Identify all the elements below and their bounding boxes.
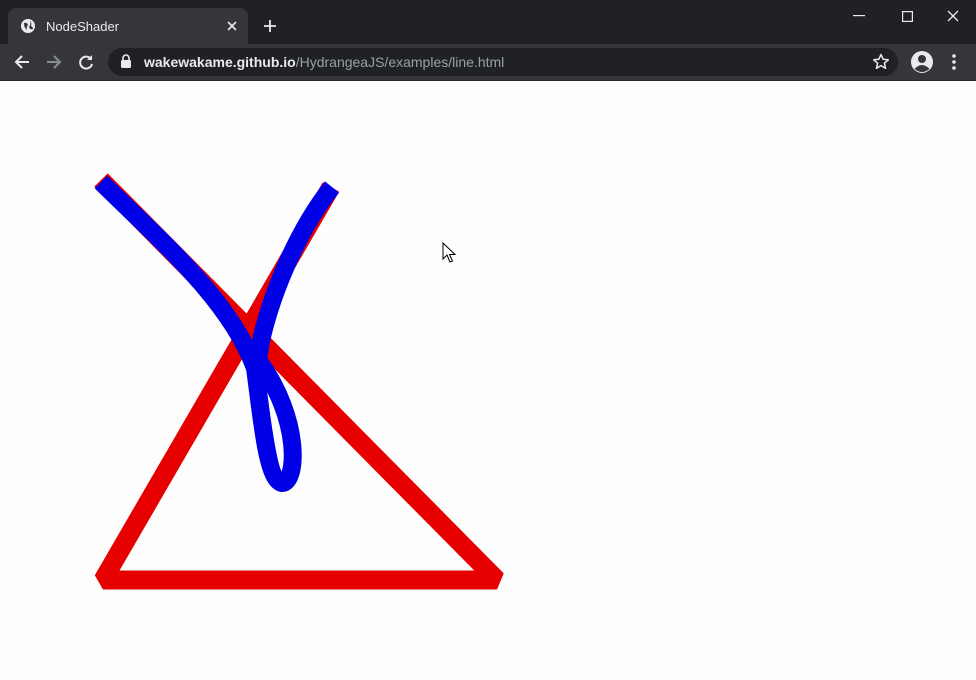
minimize-icon[interactable] bbox=[836, 0, 882, 32]
lock-icon bbox=[120, 54, 134, 70]
kebab-menu-icon[interactable] bbox=[944, 50, 964, 74]
url-host: wakewakame.github.io bbox=[144, 54, 296, 70]
globe-icon bbox=[20, 18, 36, 34]
address-bar[interactable]: wakewakame.github.io/HydrangeaJS/example… bbox=[108, 48, 898, 76]
maximize-icon[interactable] bbox=[884, 0, 930, 32]
window-close-icon[interactable] bbox=[930, 0, 976, 32]
url-text: wakewakame.github.io/HydrangeaJS/example… bbox=[144, 54, 504, 70]
reload-icon[interactable] bbox=[74, 50, 98, 74]
arrow-right-icon[interactable] bbox=[42, 50, 66, 74]
star-icon[interactable] bbox=[872, 53, 890, 71]
page-content bbox=[0, 81, 976, 680]
arrow-left-icon[interactable] bbox=[10, 50, 34, 74]
close-icon[interactable] bbox=[222, 16, 242, 36]
tab-title: NodeShader bbox=[46, 18, 119, 34]
url-path: /HydrangeaJS/examples/line.html bbox=[295, 54, 505, 70]
browser-titlebar: NodeShader bbox=[0, 0, 976, 44]
mouse-cursor-icon bbox=[442, 241, 457, 264]
browser-toolbar: wakewakame.github.io/HydrangeaJS/example… bbox=[0, 44, 976, 81]
drawing-canvas[interactable] bbox=[0, 81, 976, 680]
blue-curve-line bbox=[94, 175, 340, 492]
tab-nodeshader[interactable]: NodeShader bbox=[8, 8, 248, 44]
plus-icon[interactable] bbox=[258, 14, 282, 38]
account-icon[interactable] bbox=[910, 50, 934, 74]
